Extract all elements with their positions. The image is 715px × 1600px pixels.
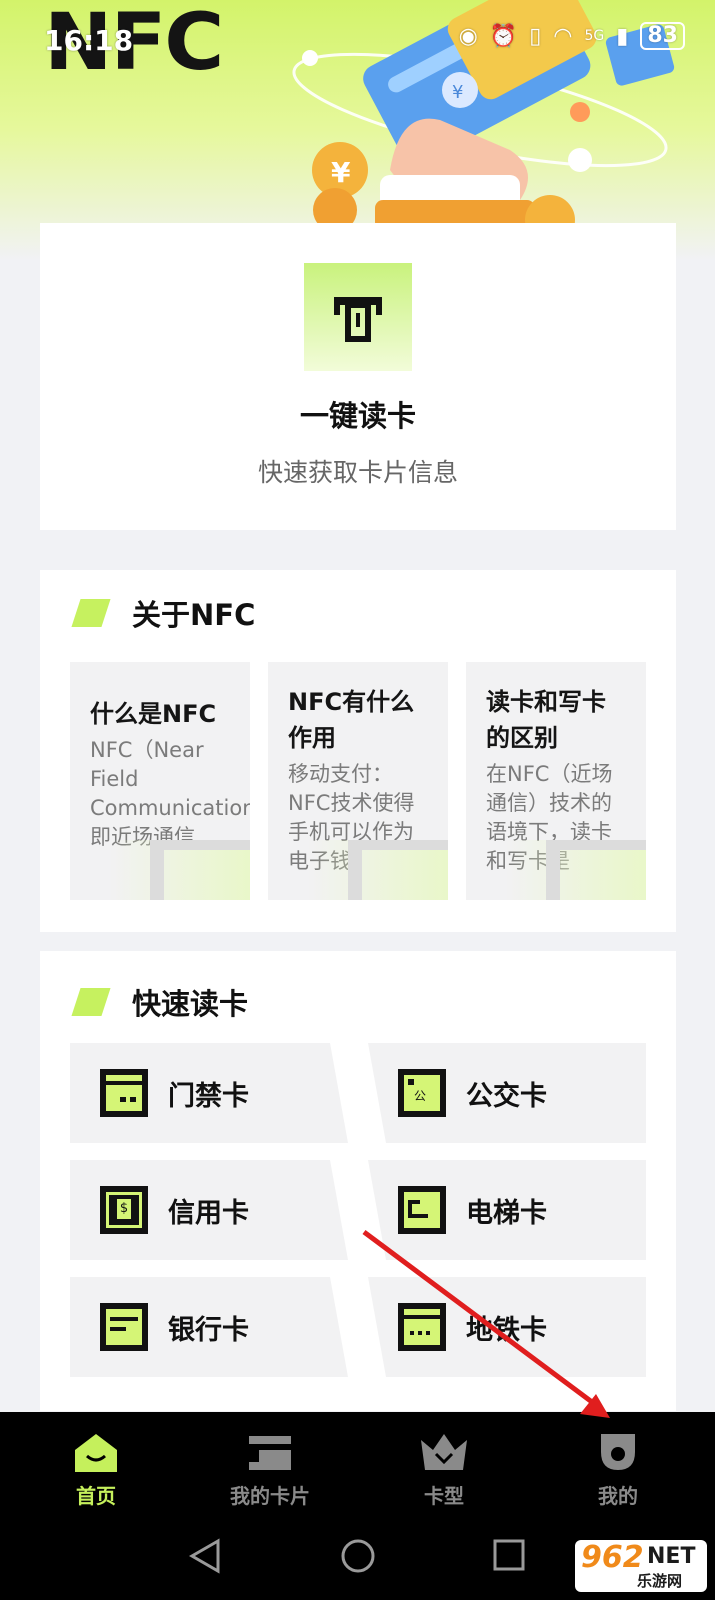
- site-watermark: 962 NET 乐游网: [575, 1540, 707, 1592]
- about-section-header: 关于NFC: [70, 592, 255, 634]
- tab-profile[interactable]: 我的: [558, 1432, 678, 1509]
- quick-read-metro-card[interactable]: 地铁卡: [368, 1277, 646, 1377]
- signal-icon: ▮: [616, 23, 629, 49]
- quick-read-label: 信用卡: [168, 1197, 249, 1229]
- access-card-icon: [100, 1069, 148, 1117]
- tab-home[interactable]: 首页: [36, 1432, 156, 1509]
- quick-read-section: 快速读卡 门禁卡 公 公交卡 $ 信用卡 电梯卡 银行卡 地铁卡: [40, 951, 676, 1411]
- tab-my-cards[interactable]: 我的卡片: [210, 1432, 330, 1509]
- about-item-what-is-nfc[interactable]: 什么是NFC NFC（Near Field Communication），即近场…: [70, 662, 250, 900]
- profile-icon: [601, 1434, 635, 1470]
- about-section-title: 关于NFC: [132, 598, 256, 632]
- about-item-nfc-uses[interactable]: NFC有什么作用 移动支付：NFC技术使得手机可以作为电子钱: [268, 662, 448, 900]
- status-time: 16:18: [44, 24, 134, 57]
- status-icons: ◉ ⏰ ▯ ◠ 5G ▮ 83: [459, 22, 685, 50]
- credit-card-glyph: $: [117, 1199, 131, 1219]
- quick-read-label: 门禁卡: [168, 1080, 249, 1112]
- network-label: 5G: [584, 28, 605, 44]
- tab-card-types[interactable]: 卡型: [384, 1432, 504, 1509]
- svg-text:¥: ¥: [331, 156, 351, 189]
- about-nfc-section: 关于NFC 什么是NFC NFC（Near Field Communicatio…: [40, 570, 676, 932]
- read-card-title: 一键读卡: [299, 399, 416, 433]
- decorative-graphic: [308, 840, 448, 900]
- quick-read-label: 地铁卡: [466, 1314, 547, 1346]
- read-card-subtitle: 快速获取卡片信息: [257, 458, 458, 487]
- watermark-cn: 乐游网: [637, 1572, 683, 1590]
- vibrate-icon: ▯: [529, 23, 542, 49]
- about-item-read-vs-write[interactable]: 读卡和写卡的区别 在NFC（近场通信）技术的语境下，读卡和写卡是: [466, 662, 646, 900]
- svg-text:¥: ¥: [452, 82, 463, 103]
- home-icon: [75, 1434, 117, 1472]
- about-item-title: 读卡和写卡的区别: [486, 688, 606, 752]
- quick-section-header: 快速读卡: [70, 981, 248, 1023]
- status-bar: 16:18 ◉ ⏰ ▯ ◠ 5G ▮ 83: [0, 0, 715, 80]
- about-item-title: NFC有什么作用: [288, 688, 415, 752]
- quick-section-title: 快速读卡: [132, 987, 249, 1021]
- wallet-icon: [249, 1436, 291, 1470]
- credit-card-icon: $: [100, 1186, 148, 1234]
- eye-icon: ◉: [458, 23, 478, 49]
- quick-read-label: 银行卡: [168, 1314, 249, 1346]
- quick-read-bus-card[interactable]: 公 公交卡: [368, 1043, 646, 1143]
- wifi-icon: ◠: [553, 23, 573, 49]
- alarm-icon: ⏰: [489, 23, 518, 49]
- decorative-graphic: [110, 840, 250, 900]
- bank-card-icon: [100, 1303, 148, 1351]
- section-tag-icon: [71, 988, 111, 1016]
- quick-read-elevator-card[interactable]: 电梯卡: [368, 1160, 646, 1260]
- decorative-graphic: [506, 840, 646, 900]
- quick-read-label: 公交卡: [466, 1080, 547, 1112]
- metro-card-icon: [398, 1303, 446, 1351]
- bus-card-glyph: 公: [414, 1089, 427, 1103]
- quick-read-access-card[interactable]: 门禁卡: [70, 1043, 348, 1143]
- battery-indicator: 83: [640, 22, 685, 50]
- bus-card-icon: 公: [398, 1069, 446, 1117]
- recent-apps-icon[interactable]: [492, 1538, 526, 1572]
- quick-read-bank-card[interactable]: 银行卡: [70, 1277, 348, 1377]
- watermark-number: 962: [581, 1540, 644, 1575]
- card-reader-icon: [304, 263, 412, 371]
- home-circle-icon[interactable]: [340, 1538, 376, 1574]
- one-tap-read-card[interactable]: 一键读卡 快速获取卡片信息: [40, 223, 676, 530]
- elevator-card-icon: [398, 1186, 446, 1234]
- quick-read-label: 电梯卡: [466, 1197, 547, 1229]
- crown-icon: [421, 1434, 467, 1470]
- back-icon[interactable]: [188, 1538, 222, 1574]
- quick-read-credit-card[interactable]: $ 信用卡: [70, 1160, 348, 1260]
- about-item-title: 什么是NFC: [90, 700, 217, 728]
- section-tag-icon: [71, 599, 111, 627]
- watermark-net: NET: [647, 1544, 696, 1569]
- about-item-desc: NFC（Near Field Communication），即近场通信…: [90, 738, 250, 849]
